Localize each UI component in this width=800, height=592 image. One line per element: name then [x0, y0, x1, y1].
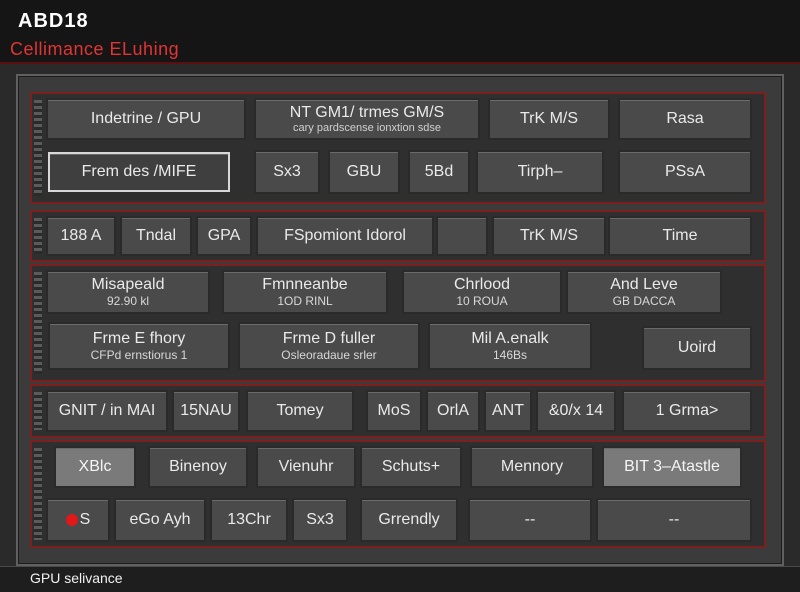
cell-ego-ayh[interactable]: eGo Ayh [114, 498, 206, 542]
cell-trk-ms[interactable]: TrK M/S [488, 98, 610, 140]
cell-empty[interactable] [436, 216, 488, 256]
cell-chrlood[interactable]: Chrlood 10 ROUA [402, 270, 562, 314]
drag-handle[interactable] [34, 392, 42, 430]
section-timing: 188 A Tndal GPA FSpomiont Idorol TrK M/S… [30, 210, 766, 262]
cell-sx3[interactable]: Sx3 [254, 150, 320, 194]
record-dot-icon [65, 514, 78, 526]
cell-gnit-in-mai[interactable]: GNIT / in MAI [46, 390, 168, 432]
record-toggle[interactable]: S [46, 498, 110, 542]
cell-orla[interactable]: OrlA [426, 390, 480, 432]
cell-gm-times[interactable]: NT GM1/ trmes GM/S cary pardscense ionxt… [254, 98, 480, 140]
binenoy-button[interactable]: Binenoy [148, 446, 248, 488]
xblc-button[interactable]: XBlc [54, 446, 136, 488]
drag-handle[interactable] [34, 218, 42, 254]
cell-fspomiont[interactable]: FSpomiont Idorol [256, 216, 434, 256]
cell-time[interactable]: Time [608, 216, 752, 256]
app-title: ABD18 [18, 10, 89, 32]
cell-mos[interactable]: MoS [366, 390, 422, 432]
bit-atastle-button[interactable]: BIT 3–Atastle [602, 446, 742, 488]
schuts-button[interactable]: Schuts+ [360, 446, 462, 488]
cell-frme-d-fuller[interactable]: Frme D fuller Osleoradaue srler [238, 322, 420, 370]
cell-frme-e-fhory[interactable]: Frme E fhory CFPd ernstiorus 1 [48, 322, 230, 370]
drag-handle[interactable] [34, 272, 42, 374]
drag-handle[interactable] [34, 100, 42, 196]
cell-blank-2[interactable]: -- [596, 498, 752, 542]
cell-13chr[interactable]: 13Chr [210, 498, 288, 542]
cell-sx3-2[interactable]: Sx3 [292, 498, 348, 542]
cell-5bd[interactable]: 5Bd [408, 150, 470, 194]
cell-tomey[interactable]: Tomey [246, 390, 354, 432]
cell-tndal[interactable]: Tndal [120, 216, 192, 256]
section-controls: XBlc Binenoy Vienuhr Schuts+ Mennory BIT… [30, 440, 766, 548]
drag-handle[interactable] [34, 448, 42, 540]
cell-gpa[interactable]: GPA [196, 216, 252, 256]
cell-uoird[interactable]: Uoird [642, 326, 752, 370]
status-bar: GPU selivance [0, 566, 800, 592]
cell-pssa[interactable]: PSsA [618, 150, 752, 194]
cell-gpu-type[interactable]: Indetrine / GPU [46, 98, 246, 140]
cell-and-leve[interactable]: And Leve GB DACCA [566, 270, 722, 314]
title-bar: ABD18 Cellimance ELuhing [0, 0, 800, 64]
cell-mil-aenalk[interactable]: Mil A.enalk 146Bs [428, 322, 592, 370]
cell-ratio[interactable]: &0/x 14 [536, 390, 616, 432]
section-gpu-memory: GNIT / in MAI 15NAU Tomey MoS OrlA ANT &… [30, 384, 766, 438]
vienuhr-button[interactable]: Vienuhr [256, 446, 356, 488]
cell-tirph[interactable]: Tirph– [476, 150, 604, 194]
cell-grrendly[interactable]: Grrendly [360, 498, 458, 542]
cell-15nau[interactable]: 15NAU [172, 390, 240, 432]
app-subtitle: Cellimance ELuhing [10, 39, 180, 59]
cell-188a[interactable]: 188 A [46, 216, 116, 256]
section-gpu-overview: Indetrine / GPU NT GM1/ trmes GM/S cary … [30, 92, 766, 204]
cell-trk-ms-2[interactable]: TrK M/S [492, 216, 606, 256]
cell-ant[interactable]: ANT [484, 390, 532, 432]
cell-grma[interactable]: 1 Grma> [622, 390, 752, 432]
status-text: GPU selivance [30, 570, 123, 586]
cell-rate[interactable]: Rasa [618, 98, 752, 140]
cell-misapeald[interactable]: Misapeald 92.90 kl [46, 270, 210, 314]
cell-blank-1[interactable]: -- [468, 498, 592, 542]
memory-button[interactable]: Mennory [470, 446, 594, 488]
frames-mife-button[interactable]: Frem des /MIFE [48, 152, 230, 192]
cell-fmnneanbe[interactable]: Fmnneanbe 1OD RINL [222, 270, 388, 314]
section-frame-stats: Misapeald 92.90 kl Fmnneanbe 1OD RINL Ch… [30, 264, 766, 382]
cell-gbu[interactable]: GBU [328, 150, 400, 194]
